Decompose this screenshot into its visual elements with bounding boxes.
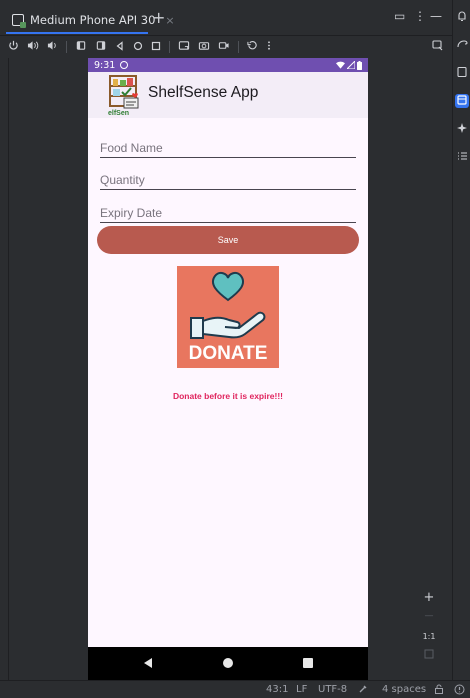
battery-icon	[357, 60, 362, 70]
food-name-input[interactable]	[100, 130, 356, 157]
record-icon[interactable]	[218, 40, 230, 54]
home-icon[interactable]	[133, 41, 143, 54]
toolbar-separator	[169, 41, 170, 53]
signal-icon	[347, 61, 355, 69]
camera-icon[interactable]	[198, 40, 210, 54]
tab-active-indicator	[6, 32, 148, 34]
snapshot-icon[interactable]	[247, 40, 258, 54]
more-icon[interactable]	[266, 40, 272, 54]
nav-back-icon[interactable]	[144, 658, 152, 668]
toolbar-separator	[238, 41, 239, 53]
notifications-icon[interactable]	[455, 10, 469, 24]
tab-label: Medium Phone API 30	[30, 13, 156, 27]
status-icons	[336, 58, 362, 72]
volume-down-icon[interactable]	[47, 40, 58, 54]
quantity-field[interactable]	[100, 162, 356, 190]
back-icon[interactable]	[115, 40, 125, 54]
status-time: 9:31	[94, 59, 116, 71]
add-tab-icon[interactable]: +	[152, 8, 165, 28]
zoom-out-button[interactable]: —	[419, 611, 439, 621]
zoom-actual-size-button[interactable]: 1:1	[419, 632, 439, 641]
zoom-fit-icon[interactable]	[419, 648, 439, 663]
line-ending[interactable]: LF	[296, 684, 307, 695]
right-tool-strip	[452, 0, 470, 698]
quantity-input[interactable]	[100, 162, 356, 189]
lock-icon[interactable]	[434, 684, 444, 697]
app-title: ShelfSense App	[148, 84, 259, 101]
device-manager-icon[interactable]	[455, 66, 469, 80]
zoom-in-button[interactable]: +	[419, 590, 439, 605]
left-gutter	[0, 58, 9, 680]
structure-icon[interactable]	[455, 150, 469, 164]
device-toolbar	[0, 36, 454, 58]
expiry-date-input[interactable]	[100, 195, 356, 222]
donate-note: Donate before it is expire!!!	[172, 391, 284, 401]
power-icon[interactable]	[8, 40, 19, 54]
file-encoding[interactable]: UTF-8	[318, 684, 347, 695]
svg-text:elfSen: elfSen	[108, 110, 129, 116]
phone-screen[interactable]: 9:31 elfSen ShelfSense App Food Name Qua…	[88, 58, 368, 680]
food-name-field[interactable]	[100, 130, 356, 158]
minimize-icon[interactable]: —	[430, 9, 442, 23]
device-settings-icon[interactable]	[432, 39, 444, 54]
overview-icon[interactable]	[151, 41, 161, 54]
wifi-icon	[336, 61, 345, 69]
screenshot-icon[interactable]	[178, 40, 190, 54]
indent-setting[interactable]: 4 spaces	[382, 684, 426, 695]
ai-assistant-icon[interactable]	[455, 122, 469, 136]
tab-bar: Medium Phone API 30 × + ▭ ⋮ —	[0, 0, 470, 36]
running-devices-icon[interactable]	[455, 94, 469, 108]
shelfsense-logo-icon: elfSen	[108, 75, 139, 116]
expiry-date-field[interactable]	[100, 195, 356, 223]
save-button[interactable]: Save	[97, 226, 359, 254]
donate-image: DONATE	[177, 266, 279, 368]
ide-window: Medium Phone API 30 × + ▭ ⋮ — 9:31 elfSe…	[0, 0, 470, 698]
android-nav-bar	[88, 647, 368, 680]
app-bar: elfSen ShelfSense App	[88, 72, 368, 118]
device-icon	[12, 14, 26, 28]
rotate-right-icon[interactable]	[95, 40, 107, 54]
nav-recent-icon[interactable]	[303, 658, 313, 668]
options-menu-icon[interactable]: ⋮	[414, 9, 426, 23]
problems-icon[interactable]	[454, 684, 465, 698]
notification-icon	[120, 61, 129, 69]
ide-status-bar: 43:1 LF UTF-8 4 spaces	[0, 680, 470, 698]
nav-home-icon[interactable]	[223, 658, 233, 668]
toolbar-separator	[66, 41, 67, 53]
volume-up-icon[interactable]	[27, 40, 39, 54]
donate-image-text: DONATE	[189, 343, 268, 364]
gradle-icon[interactable]	[455, 38, 469, 52]
android-status-bar: 9:31	[88, 58, 368, 72]
tab-close-icon[interactable]: ×	[165, 14, 174, 27]
editor-config-icon[interactable]	[358, 684, 368, 697]
restore-window-icon[interactable]: ▭	[394, 9, 405, 23]
rotate-left-icon[interactable]	[75, 40, 87, 54]
cursor-position[interactable]: 43:1	[266, 684, 288, 695]
